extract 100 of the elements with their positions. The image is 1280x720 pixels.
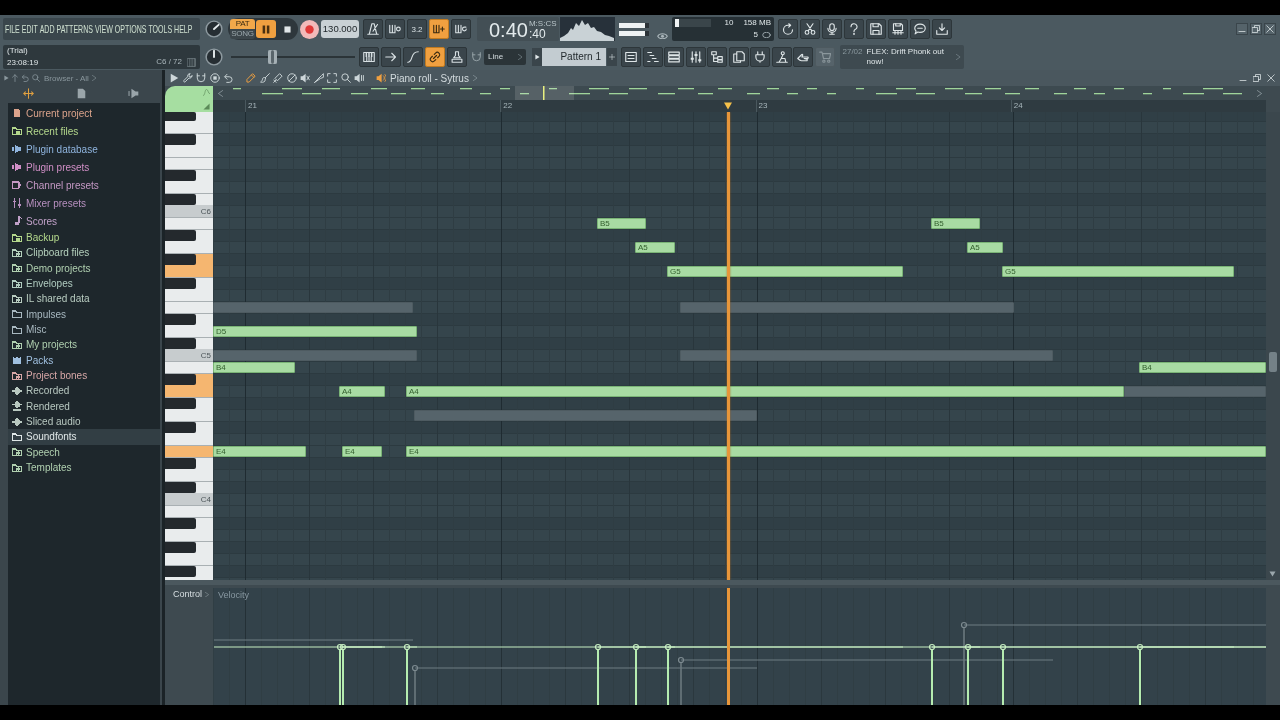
stop-circle-icon[interactable] <box>209 73 220 83</box>
news-headline[interactable]: FLEX: Drift Phonk out now! <box>866 46 953 67</box>
arrow-button[interactable] <box>381 46 401 67</box>
pen-cross-icon[interactable] <box>273 73 283 83</box>
note[interactable]: G5 <box>1002 266 1234 277</box>
volume-knob[interactable] <box>205 20 223 38</box>
maximize-button[interactable] <box>1251 72 1263 84</box>
note[interactable]: E4 <box>406 446 1266 457</box>
mode-option[interactable]: SONG <box>230 29 255 39</box>
scroll-down-icon[interactable] <box>1269 571 1276 577</box>
browser-button[interactable] <box>707 46 727 67</box>
velocity-stem[interactable] <box>664 643 904 705</box>
natural-key[interactable] <box>165 397 213 421</box>
browser-item[interactable]: Recent files <box>8 122 160 140</box>
browser-item[interactable]: Current project <box>8 104 160 122</box>
steps-button[interactable] <box>642 46 663 67</box>
control-menu-button[interactable]: Control <box>165 589 209 600</box>
clipboard-button[interactable] <box>728 46 749 67</box>
plus-arrows-icon[interactable] <box>23 87 34 99</box>
browser-item[interactable]: Speech <box>8 444 160 460</box>
browser-item[interactable]: My projects <box>8 337 160 353</box>
countdown-button[interactable]: 3.2 <box>407 19 427 39</box>
typing-keyboard-button[interactable] <box>359 46 379 67</box>
natural-key[interactable] <box>165 373 213 397</box>
pitch-knob[interactable] <box>205 47 223 66</box>
note[interactable]: E4 <box>342 446 382 457</box>
browser-item[interactable]: Mixer presets <box>8 194 160 212</box>
step-edit-button[interactable] <box>429 19 449 39</box>
wrench-icon[interactable] <box>182 73 193 83</box>
natural-key[interactable] <box>165 565 213 580</box>
note[interactable]: A5 <box>635 242 675 253</box>
note[interactable]: G5 <box>667 266 903 277</box>
mute-speaker-icon[interactable] <box>300 73 310 83</box>
browser-item[interactable]: Envelopes <box>8 276 160 292</box>
browser-item[interactable]: Recorded <box>8 383 160 399</box>
no-entry-icon[interactable] <box>286 73 297 83</box>
curve-button[interactable] <box>403 46 423 67</box>
undo-icon[interactable] <box>223 73 233 83</box>
browser-item[interactable]: Project bones <box>8 367 160 384</box>
natural-key[interactable] <box>165 517 213 541</box>
link-button[interactable] <box>425 46 445 67</box>
undo-icon[interactable] <box>21 74 29 82</box>
minimize-button[interactable] <box>1236 23 1248 35</box>
ghost-velocity-stem[interactable] <box>411 664 758 705</box>
natural-key[interactable] <box>165 541 213 565</box>
natural-key[interactable] <box>165 313 213 337</box>
natural-key[interactable] <box>165 421 213 445</box>
mixer-button[interactable] <box>685 46 706 67</box>
browser-item[interactable]: Plugin database <box>8 140 160 158</box>
save-button[interactable] <box>866 19 886 39</box>
note[interactable]: B4 <box>1139 362 1266 373</box>
stamp-button[interactable] <box>447 46 467 67</box>
note[interactable]: A5 <box>967 242 1003 253</box>
zoom-icon[interactable] <box>340 73 351 83</box>
natural-key[interactable]: C5 <box>165 337 213 361</box>
slider-thumb[interactable] <box>267 49 277 64</box>
brush-icon[interactable] <box>259 73 270 83</box>
browser-item[interactable]: Demo projects <box>8 260 160 276</box>
velocity-stem[interactable] <box>1136 643 1266 705</box>
browser-item[interactable]: Channel presets <box>8 176 160 194</box>
natural-key[interactable] <box>165 112 213 133</box>
speaker-icon[interactable] <box>376 73 386 83</box>
tempo-field[interactable]: 130.000 <box>321 20 359 38</box>
natural-key[interactable] <box>165 253 213 277</box>
arrow-up-icon[interactable] <box>12 74 18 82</box>
knife-icon[interactable] <box>313 73 324 83</box>
browser-item[interactable]: Rendered <box>8 398 160 414</box>
refresh-button[interactable] <box>778 19 798 39</box>
magnet-icon[interactable] <box>472 51 481 62</box>
menu-item[interactable]: OPTIONS <box>114 22 147 36</box>
browser-item[interactable]: Scores <box>8 212 160 230</box>
search-icon[interactable] <box>32 74 40 82</box>
scrollbar-thumb[interactable] <box>1269 352 1277 372</box>
pause-button[interactable] <box>256 20 276 38</box>
natural-key[interactable] <box>165 229 213 253</box>
browser-item[interactable]: Soundfonts <box>8 429 160 445</box>
snap-dropdown[interactable]: Line <box>484 48 526 65</box>
record-button[interactable] <box>300 19 319 39</box>
browser-item[interactable]: Clipboard files <box>8 245 160 261</box>
browser-item[interactable]: Plugin presets <box>8 158 160 176</box>
menu-item[interactable]: FILE <box>4 22 20 36</box>
browser-item[interactable]: Backup <box>8 230 160 246</box>
browser-item[interactable]: Impulses <box>8 306 160 322</box>
note-grid[interactable]: B5 B5 A5 A5 G5 G5 D5 B4 B4 A4 A4 E4 E4 E4 <box>213 112 1266 580</box>
natural-key[interactable] <box>165 169 213 193</box>
speaker-bars-icon[interactable] <box>354 73 364 83</box>
browser-item[interactable]: Sliced audio <box>8 413 160 430</box>
browser-item[interactable]: Misc <box>8 321 160 338</box>
close-button[interactable] <box>1264 23 1276 35</box>
timeline-ruler[interactable]: 21 22 23 24 <box>213 100 1266 112</box>
figure-button[interactable] <box>771 46 792 67</box>
loop-record-button[interactable] <box>451 19 471 39</box>
pattern-menu-button[interactable] <box>532 47 542 66</box>
note[interactable]: A4 <box>339 386 385 397</box>
natural-key[interactable]: C6 <box>165 193 213 217</box>
menu-item[interactable]: TOOLS <box>148 22 173 36</box>
export-button[interactable] <box>888 19 908 39</box>
natural-key[interactable] <box>165 133 213 157</box>
browser-item[interactable]: IL shared data <box>8 291 160 307</box>
browser-item[interactable]: Packs <box>8 352 160 368</box>
